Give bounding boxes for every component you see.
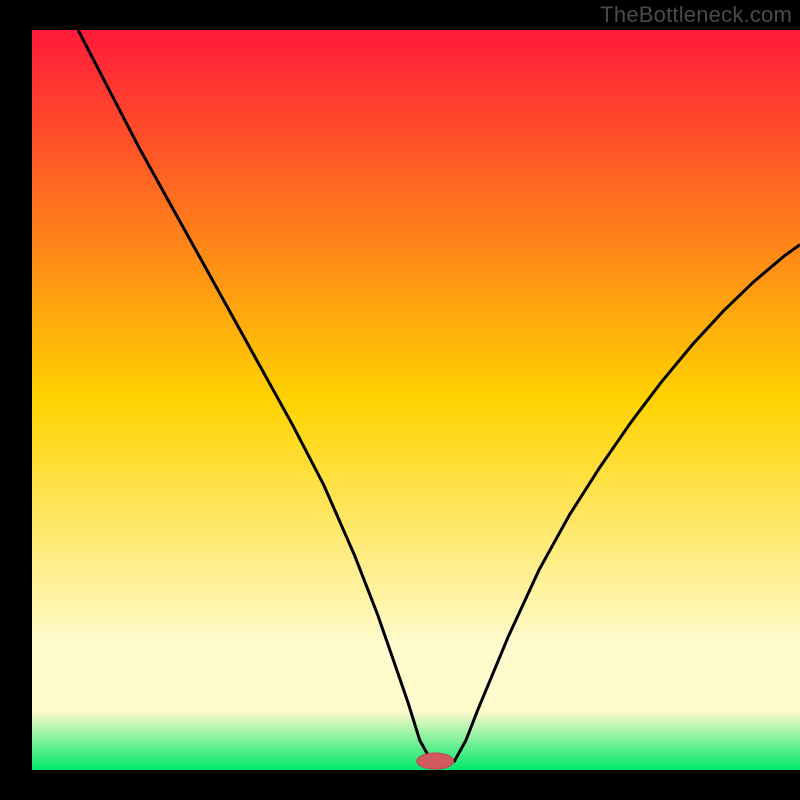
watermark-text: TheBottleneck.com xyxy=(600,2,792,28)
bottleneck-chart xyxy=(0,0,800,800)
heat-gradient xyxy=(32,30,800,770)
chart-stage: TheBottleneck.com xyxy=(0,0,800,800)
optimum-marker xyxy=(417,753,454,769)
